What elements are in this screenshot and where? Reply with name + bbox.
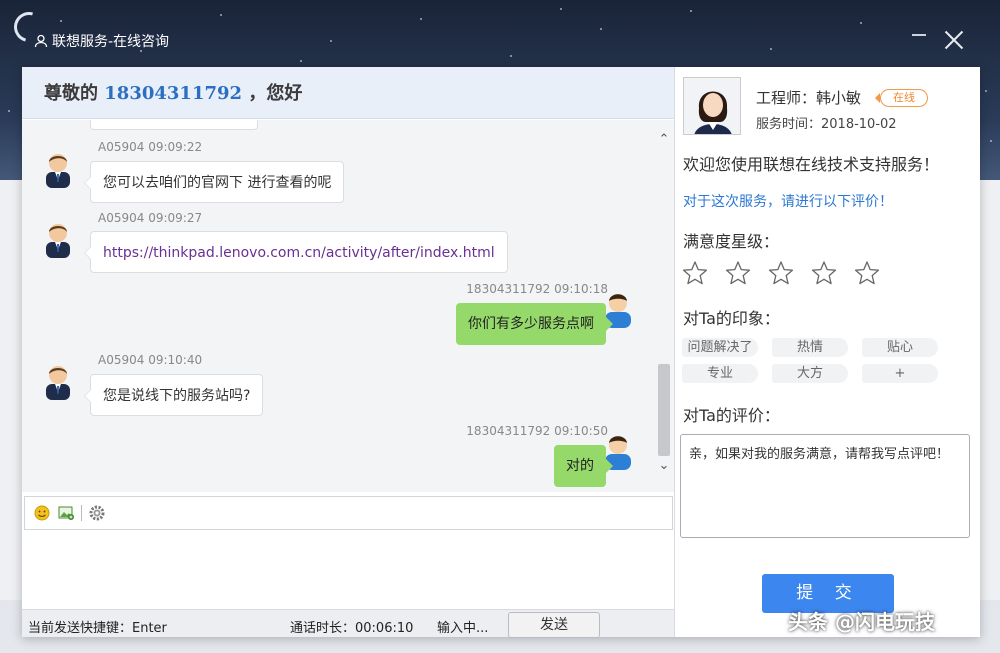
message-meta: 18304311792 09:10:50 <box>466 424 608 438</box>
rating-panel: 工程师：韩小敏 在线 服务时间：2018-10-02 欢迎您使用联想在线技术支持… <box>676 67 980 637</box>
star-icon[interactable] <box>682 260 708 286</box>
message-bubble: 对的 <box>554 445 613 487</box>
comment-field[interactable]: 亲，如果对我的服务满意，请帮我写点评吧！ <box>680 434 970 538</box>
chat-scrollbar[interactable]: ⌃ ⌄ <box>654 120 674 492</box>
message-bubble: 你们有多少服务点啊 <box>456 303 613 345</box>
agent-avatar <box>46 366 70 400</box>
comment-label: 对Ta的评价： <box>683 406 780 425</box>
message-input[interactable] <box>22 531 674 609</box>
background-panel-left <box>0 180 22 600</box>
chat-window: 尊敬的 18304311792 ，您好 A05904 09:09:22 您可以去… <box>22 67 980 638</box>
input-toolbar <box>24 496 673 530</box>
message-link[interactable]: https://thinkpad.lenovo.com.cn/activity/… <box>84 231 508 273</box>
settings-gear-icon[interactable] <box>88 504 106 522</box>
previous-message-bubble <box>90 120 258 130</box>
impression-tag[interactable]: 贴心 <box>862 338 938 357</box>
impression-tag[interactable]: 大方 <box>772 364 848 383</box>
message-meta: A05904 09:09:22 <box>98 140 203 154</box>
title-bar: 联想服务-在线咨询 <box>0 0 1000 66</box>
impression-tag[interactable]: 热情 <box>772 338 848 357</box>
star-icon[interactable] <box>811 260 837 286</box>
scroll-up-icon[interactable]: ⌃ <box>658 133 670 146</box>
star-icon[interactable] <box>854 260 880 286</box>
scroll-thumb[interactable] <box>658 364 670 456</box>
scroll-down-icon[interactable]: ⌄ <box>658 459 670 472</box>
shortcut-hint: 当前发送快捷键：Enter <box>28 621 167 636</box>
user-icon <box>34 34 48 48</box>
message-meta: 18304311792 09:10:18 <box>466 282 608 296</box>
service-time: 服务时间：2018-10-02 <box>756 117 897 132</box>
rating-prompt: 对于这次服务，请进行以下评价！ <box>683 194 893 210</box>
engineer-photo <box>683 77 741 135</box>
message-meta: A05904 09:09:27 <box>98 211 203 225</box>
impression-tags: 问题解决了 热情 贴心 专业 大方 + <box>682 338 942 383</box>
watermark: 头条 @闪电玩技 <box>788 610 935 634</box>
call-duration: 通话时长：00:06:10 <box>290 621 414 636</box>
image-upload-icon[interactable] <box>57 504 75 522</box>
background-panel-right <box>980 180 1000 600</box>
typing-indicator: 输入中... <box>437 621 489 636</box>
star-icon[interactable] <box>725 260 751 286</box>
impression-tag[interactable]: 问题解决了 <box>682 338 758 357</box>
engineer-name: 工程师：韩小敏 <box>756 89 862 107</box>
send-button[interactable]: 发送 <box>508 612 600 638</box>
greeting-suffix: ，您好 <box>248 83 303 104</box>
greeting-prefix: 尊敬的 <box>44 83 98 104</box>
window-title-text: 联想服务-在线咨询 <box>52 34 170 50</box>
agent-avatar <box>46 224 70 258</box>
star-icon[interactable] <box>768 260 794 286</box>
message-meta: A05904 09:10:40 <box>98 353 203 367</box>
message-list[interactable]: A05904 09:09:22 您可以去咱们的官网下 进行查看的呢 A05904… <box>22 120 654 492</box>
star-rating <box>682 260 880 286</box>
impression-label: 对Ta的印象： <box>683 309 780 328</box>
add-tag-button[interactable]: + <box>862 364 938 383</box>
message-bubble: 您可以去咱们的官网下 进行查看的呢 <box>83 161 345 203</box>
chat-panel: 尊敬的 18304311792 ，您好 A05904 09:09:22 您可以去… <box>22 67 675 638</box>
greeting-phone: 18304311792 <box>104 83 243 104</box>
window-title: 联想服务-在线咨询 <box>34 31 169 51</box>
emoji-icon[interactable] <box>33 504 51 522</box>
message-bubble: 您是说线下的服务站吗? <box>83 374 264 416</box>
status-bar: 当前发送快捷键：Enter 通话时长：00:06:10 输入中... 发送 <box>22 609 674 638</box>
minimize-button[interactable] <box>912 34 926 36</box>
online-status-badge: 在线 <box>875 89 928 107</box>
toolbar-divider <box>81 505 82 521</box>
impression-tag[interactable]: 专业 <box>682 364 758 383</box>
close-button[interactable] <box>944 30 964 50</box>
stars-label: 满意度星级： <box>683 232 780 251</box>
agent-avatar <box>46 154 70 188</box>
welcome-text: 欢迎您使用联想在线技术支持服务！ <box>683 155 940 174</box>
greeting-header: 尊敬的 18304311792 ，您好 <box>22 67 674 119</box>
